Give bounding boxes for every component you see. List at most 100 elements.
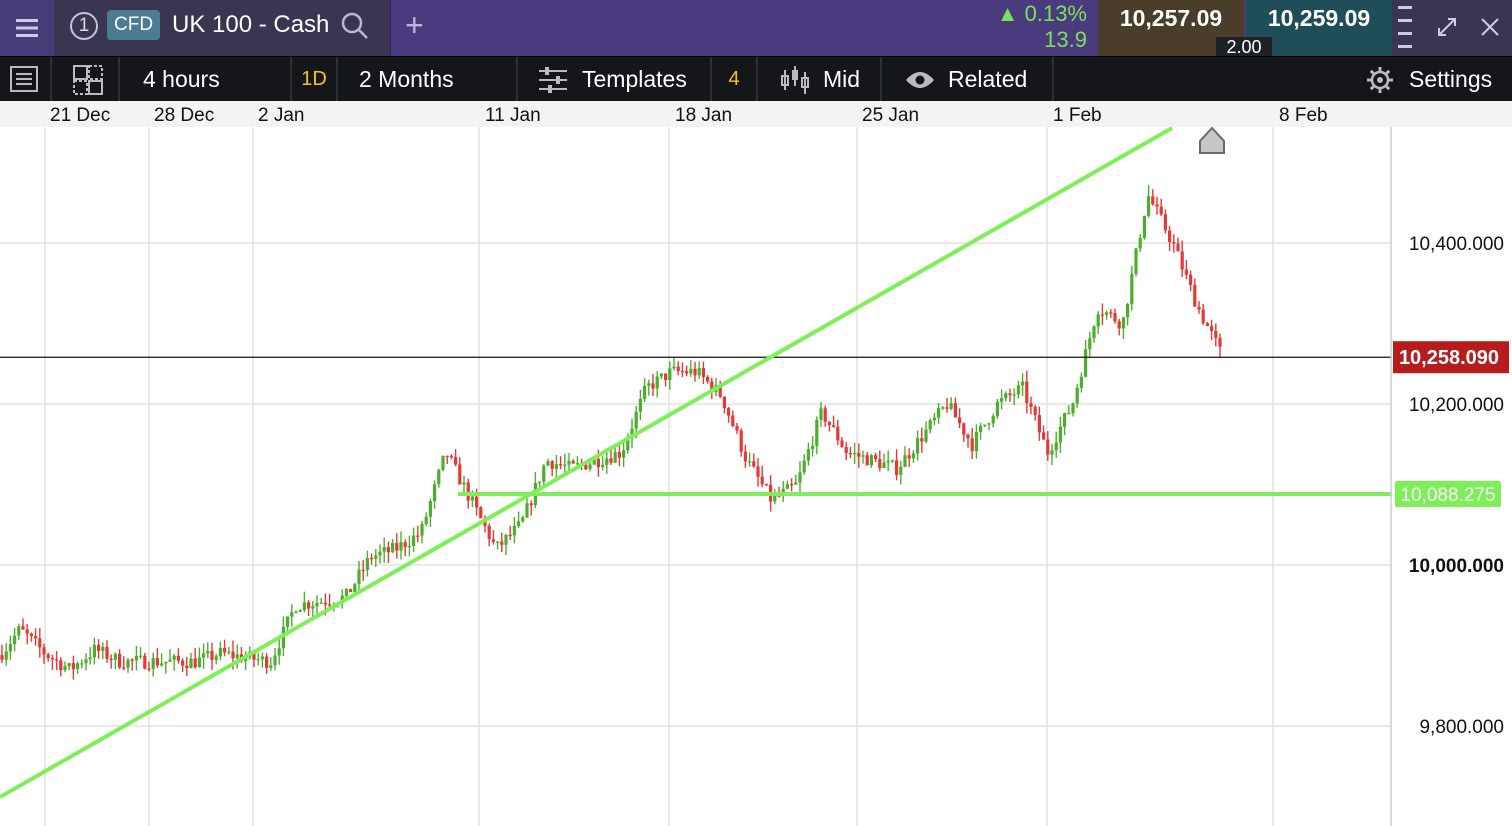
candle-body — [55, 659, 59, 661]
range-code-badge[interactable]: 1D — [292, 57, 338, 102]
candle-body — [1201, 309, 1205, 324]
candle-body — [344, 588, 348, 596]
price-alert-marker[interactable] — [1199, 127, 1225, 154]
candle-body — [386, 547, 390, 553]
candle-body — [1008, 393, 1012, 396]
candle-body — [966, 434, 970, 439]
x-tick-label: 25 Jan — [862, 105, 920, 126]
window-controls — [1392, 0, 1512, 56]
candle-body — [760, 476, 764, 485]
candle-body — [496, 541, 500, 543]
gear-icon — [1367, 67, 1393, 93]
candle-body — [260, 656, 264, 660]
candle-body — [206, 651, 210, 654]
candle-body — [752, 461, 756, 467]
close-icon[interactable] — [1480, 17, 1500, 37]
candle-body — [437, 469, 441, 485]
candle-body — [819, 408, 823, 420]
search-icon[interactable] — [339, 10, 371, 42]
candle-body — [857, 452, 861, 457]
y-tick-label: 9,800.000 — [1419, 717, 1504, 738]
spread-value: 2.00 — [1216, 37, 1272, 57]
candle-body — [1079, 376, 1083, 388]
candle-body — [668, 368, 672, 381]
settings-button[interactable]: Settings — [1360, 57, 1512, 102]
candle-body — [794, 482, 798, 485]
price-type-button[interactable]: Mid — [758, 57, 882, 102]
candle-body — [546, 461, 550, 466]
y-tick-label: 10,000.000 — [1409, 556, 1504, 577]
candle-body — [659, 373, 663, 377]
candle-body — [979, 425, 983, 432]
price-type-label: Mid — [823, 66, 861, 92]
candle-body — [185, 665, 189, 669]
instrument-selector[interactable]: 1 CFD UK 100 - Cash — [54, 0, 391, 56]
candle-body — [987, 423, 991, 425]
candle-body — [609, 458, 613, 463]
candle-body — [433, 484, 437, 502]
change-points: 13.9 — [1044, 27, 1087, 52]
interval-selector[interactable]: 4 hours — [120, 57, 292, 102]
trendline[interactable] — [0, 127, 1173, 799]
candle-body — [311, 606, 315, 609]
candle-body — [139, 655, 143, 657]
candle-body — [197, 657, 201, 668]
related-button[interactable]: Related — [882, 57, 1054, 102]
plus-icon[interactable]: + — [405, 8, 424, 42]
candle-body — [1176, 243, 1180, 252]
candle-body — [38, 638, 42, 648]
menu-button[interactable] — [0, 0, 55, 56]
candle-body — [466, 482, 470, 501]
candle-body — [1050, 450, 1054, 455]
candle-body — [563, 464, 567, 466]
candle-body — [391, 543, 395, 553]
candle-body — [1172, 242, 1176, 244]
candle-body — [277, 648, 281, 656]
candle-body — [349, 588, 353, 593]
drag-handle-icon[interactable] — [1398, 6, 1412, 50]
candle-body — [273, 655, 277, 666]
candle-body — [1096, 314, 1100, 327]
candle-body — [181, 660, 185, 666]
candle-body — [382, 547, 386, 552]
change-percent: ▲ 0.13% — [997, 0, 1087, 28]
x-tick-label: 1 Feb — [1053, 105, 1102, 126]
instrument-number: 1 — [70, 12, 98, 40]
candle-body — [1033, 406, 1037, 416]
range-selector[interactable]: 2 Months — [338, 57, 518, 102]
candle-body — [861, 455, 865, 457]
candle-body — [512, 525, 516, 536]
layout-button[interactable] — [52, 57, 120, 102]
price-chart[interactable]: 10,400.00010,200.00010,000.0009,800.000 … — [0, 127, 1512, 826]
candle-body — [1130, 273, 1134, 304]
candle-body — [420, 523, 424, 536]
current-price-tag: 10,258.090 — [1393, 341, 1509, 374]
candle-body — [302, 602, 306, 611]
candle-body — [1155, 204, 1159, 207]
settings-label: Settings — [1409, 66, 1493, 92]
candle-body — [920, 438, 924, 442]
candle-body — [424, 516, 428, 524]
expand-icon[interactable] — [1436, 16, 1458, 38]
candle-body — [235, 654, 239, 659]
candle-body — [869, 455, 873, 466]
candle-body — [1163, 214, 1167, 231]
y-tick-label: 10,400.000 — [1409, 234, 1504, 255]
candle-body — [970, 438, 974, 452]
candle-body — [1084, 349, 1088, 377]
candle-body — [1016, 385, 1020, 395]
candle-body — [97, 644, 101, 651]
candle-body — [899, 466, 903, 475]
candle-body — [500, 541, 504, 545]
candle-body — [189, 658, 193, 669]
candle-body — [365, 558, 369, 571]
related-label: Related — [948, 66, 1028, 92]
candle-body — [802, 460, 806, 473]
candle-body — [143, 655, 147, 669]
candle-body — [491, 539, 495, 542]
templates-button[interactable]: Templates — [518, 57, 712, 102]
candle-body — [1113, 312, 1117, 322]
chart-list-button[interactable] — [0, 57, 52, 102]
candle-body — [647, 383, 651, 386]
templates-count-badge[interactable]: 4 — [712, 57, 758, 102]
